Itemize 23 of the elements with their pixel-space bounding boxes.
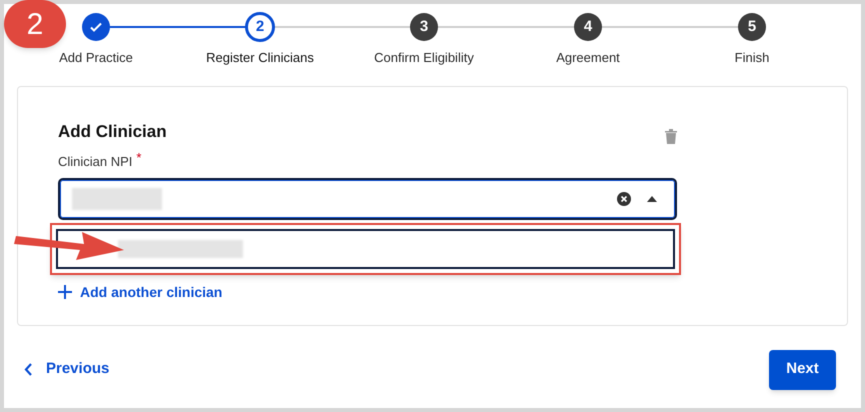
step-badge: 2 [4, 0, 66, 48]
form-title: Add Clinician [58, 120, 167, 142]
step-label: Finish [734, 49, 770, 67]
step-label: Register Clinicians [206, 49, 314, 67]
step-label: Add Practice [59, 49, 133, 67]
step-label: Confirm Eligibility [374, 49, 474, 67]
step-number: 4 [574, 13, 602, 41]
clear-icon[interactable] [617, 192, 631, 206]
dropdown-option[interactable] [56, 228, 675, 268]
next-button[interactable]: Next [769, 350, 836, 390]
step-number: 3 [410, 13, 438, 41]
add-clinician-link[interactable]: Add another clinician [80, 282, 222, 302]
previous-link[interactable]: Previous [24, 358, 110, 381]
step-number: 2 [245, 12, 275, 42]
step-number: 5 [738, 13, 766, 41]
trash-icon[interactable] [665, 128, 677, 144]
npi-select-field[interactable] [58, 178, 677, 220]
required-mark: * [136, 149, 142, 167]
chevron-left-icon [24, 363, 32, 376]
field-label: Clinician NPI [58, 153, 132, 171]
caret-up-icon[interactable] [647, 196, 657, 202]
plus-icon[interactable] [58, 285, 72, 299]
step-label: Agreement [556, 49, 620, 67]
